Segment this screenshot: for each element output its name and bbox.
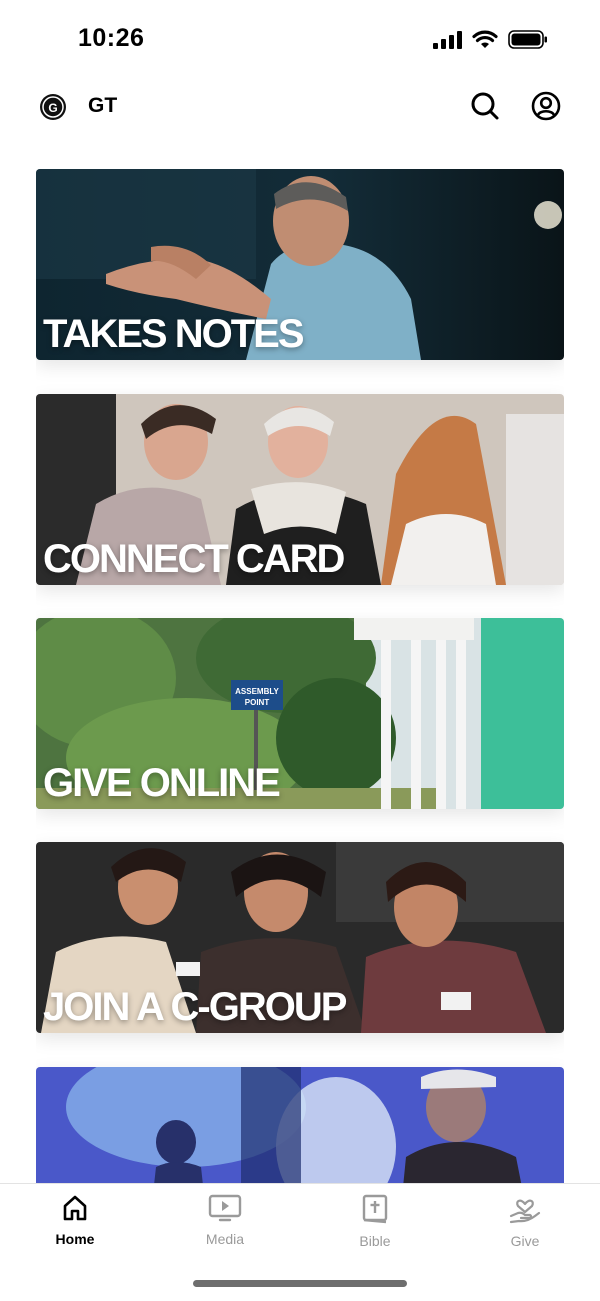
card-title: TAKES NOTES bbox=[43, 312, 305, 356]
join-c-group-card[interactable]: JOIN A C-GROUP bbox=[36, 842, 564, 1033]
svg-text:G: G bbox=[48, 101, 57, 115]
battery-icon bbox=[508, 30, 547, 49]
worship-card[interactable] bbox=[36, 1067, 564, 1183]
signal-icon bbox=[433, 30, 462, 49]
tab-label: Bible bbox=[359, 1233, 391, 1249]
home-feed[interactable]: TAKES NOTES CONNECT CARD ASSEMBLY POINT … bbox=[36, 169, 564, 1183]
tab-home[interactable]: Home bbox=[15, 1194, 135, 1264]
card-title: JOIN A C-GROUP bbox=[43, 985, 347, 1029]
tab-label: Media bbox=[205, 1231, 245, 1247]
tab-bible[interactable]: Bible bbox=[315, 1194, 435, 1264]
tab-label: Give bbox=[510, 1233, 540, 1249]
card-photo bbox=[36, 1067, 564, 1183]
give-online-card[interactable]: ASSEMBLY POINT GIVE ONLINE bbox=[36, 618, 564, 809]
tab-give[interactable]: Give bbox=[465, 1194, 585, 1264]
svg-text:ASSEMBLY: ASSEMBLY bbox=[235, 687, 279, 696]
media-icon bbox=[208, 1194, 242, 1222]
search-button[interactable] bbox=[467, 88, 503, 124]
profile-button[interactable] bbox=[528, 88, 564, 124]
card-title: GIVE ONLINE bbox=[43, 761, 281, 805]
bible-icon bbox=[362, 1194, 388, 1224]
church-logo-icon[interactable]: G bbox=[38, 92, 68, 122]
home-indicator bbox=[193, 1280, 407, 1287]
profile-icon bbox=[531, 91, 561, 121]
wifi-icon bbox=[472, 30, 498, 48]
card-title: CONNECT CARD bbox=[43, 537, 345, 581]
tab-media[interactable]: Media bbox=[165, 1194, 285, 1264]
status-time: 10:26 bbox=[78, 24, 145, 52]
tab-label: Home bbox=[55, 1231, 95, 1247]
app-header: G GT bbox=[0, 80, 600, 140]
app-name: GT bbox=[88, 94, 118, 117]
status-bar: 10:26 bbox=[0, 0, 600, 80]
svg-text:POINT: POINT bbox=[245, 698, 270, 707]
status-icons bbox=[433, 30, 548, 49]
search-icon bbox=[471, 92, 499, 120]
home-icon bbox=[63, 1195, 87, 1221]
take-notes-card[interactable]: TAKES NOTES bbox=[36, 169, 564, 360]
connect-card-card[interactable]: CONNECT CARD bbox=[36, 394, 564, 585]
give-icon bbox=[509, 1199, 541, 1224]
